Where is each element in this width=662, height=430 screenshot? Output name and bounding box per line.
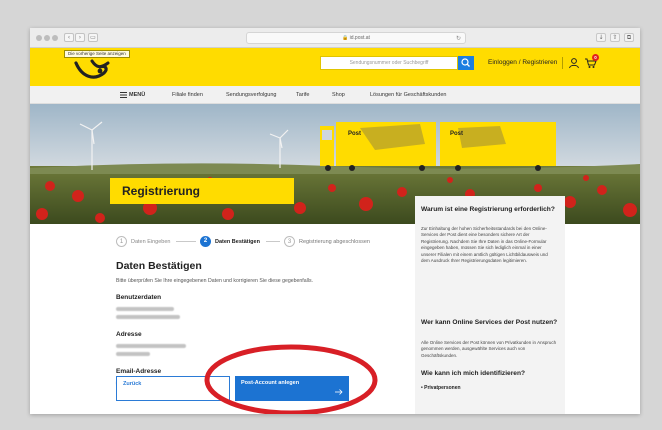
email-label: Email-Adresse xyxy=(116,368,162,375)
share-icon[interactable]: ⇧ xyxy=(610,33,620,42)
sidebar-text-who: Alle Online Services der Post können von… xyxy=(421,340,557,358)
step-2-label: Daten Bestätigen xyxy=(215,239,260,245)
site-header: Die vorherige Seite anzeigen Sendungsnum… xyxy=(30,48,640,86)
sidebar-toggle-icon[interactable]: ▭ xyxy=(88,33,98,42)
sidebar-heading-who: Wer kann Online Services der Post nutzen… xyxy=(421,319,558,326)
step-1-label: Daten Eingeben xyxy=(131,239,171,245)
redacted-name xyxy=(116,307,174,311)
post-horn-logo-icon[interactable] xyxy=(70,57,122,83)
benutzerdaten-label: Benutzerdaten xyxy=(116,294,162,301)
step-connector-1 xyxy=(176,241,196,242)
info-sidebar: Warum ist eine Registrierung erforderlic… xyxy=(415,196,565,414)
nav-shop[interactable]: Shop xyxy=(332,92,345,98)
redacted-city xyxy=(116,352,150,356)
bullet-label: Privatpersonen xyxy=(424,385,461,391)
sidebar-bullet-private: • Privatpersonen xyxy=(421,385,461,391)
login-register-link[interactable]: Einloggen / Registrieren xyxy=(488,59,557,66)
hamburger-menu-icon[interactable] xyxy=(120,92,127,98)
header-divider xyxy=(562,57,563,69)
window-close-dot[interactable] xyxy=(36,35,42,41)
form-description: Bitte überprüfen Sie Ihre eingegebenen D… xyxy=(116,278,313,284)
hero-title-box: Registrierung xyxy=(110,178,294,204)
sidebar-heading-why: Warum ist eine Registrierung erforderlic… xyxy=(421,206,555,213)
search-button[interactable] xyxy=(458,56,474,70)
step-3-label: Registrierung abgeschlossen xyxy=(299,239,370,245)
adresse-label: Adresse xyxy=(116,331,142,338)
nav-tarife[interactable]: Tarife xyxy=(296,92,309,98)
reload-icon[interactable]: ↻ xyxy=(456,34,461,44)
form-heading: Daten Bestätigen xyxy=(116,260,202,272)
browser-window: ‹ › ▭ 🔒 id.post.at ↻ ↓ ⇧ ⧉ Die vorherige… xyxy=(30,28,640,414)
main-navigation: MENÜ Filiale finden Sendungsverfolgung T… xyxy=(30,86,640,104)
user-icon[interactable] xyxy=(568,57,580,69)
window-zoom-dot[interactable] xyxy=(52,35,58,41)
trailer-brand-text: Post xyxy=(450,131,463,137)
nav-geschaeftskunden[interactable]: Lösungen für Geschäftskunden xyxy=(370,92,446,98)
search-icon xyxy=(461,58,470,67)
redacted-street xyxy=(116,344,186,348)
cart-count-badge: 0 xyxy=(592,54,599,61)
back-button-label: Zurück xyxy=(123,381,142,387)
lock-icon: 🔒 xyxy=(342,35,349,41)
redacted-birthdate xyxy=(116,315,180,319)
sidebar-text-why: Zur Einhaltung der hohen Sicherheitsstan… xyxy=(421,226,548,264)
step-2-circle: 2 xyxy=(200,236,211,247)
nav-menu[interactable]: MENÜ xyxy=(129,92,145,98)
browser-forward-icon[interactable]: › xyxy=(75,33,85,42)
download-icon[interactable]: ↓ xyxy=(596,33,606,42)
browser-back-icon[interactable]: ‹ xyxy=(64,33,74,42)
address-bar[interactable]: 🔒 id.post.at ↻ xyxy=(246,32,466,44)
url-text: id.post.at xyxy=(349,35,370,41)
nav-filiale-finden[interactable]: Filiale finden xyxy=(172,92,203,98)
browser-toolbar: ‹ › ▭ 🔒 id.post.at ↻ ↓ ⇧ ⧉ xyxy=(30,28,640,48)
nav-sendungsverfolgung[interactable]: Sendungsverfolgung xyxy=(226,92,276,98)
step-1-circle: 1 xyxy=(116,236,127,247)
step-connector-2 xyxy=(266,241,280,242)
sidebar-heading-identify: Wie kann ich mich identifizieren? xyxy=(421,370,525,377)
step-3-circle: 3 xyxy=(284,236,295,247)
search-input[interactable]: Sendungsnummer oder Suchbegriff xyxy=(320,56,458,70)
truck-brand-text: Post xyxy=(348,131,361,137)
page-title: Registrierung xyxy=(122,184,201,198)
highlight-circle-annotation xyxy=(204,344,378,414)
tabs-icon[interactable]: ⧉ xyxy=(624,33,634,42)
window-minimize-dot[interactable] xyxy=(44,35,50,41)
